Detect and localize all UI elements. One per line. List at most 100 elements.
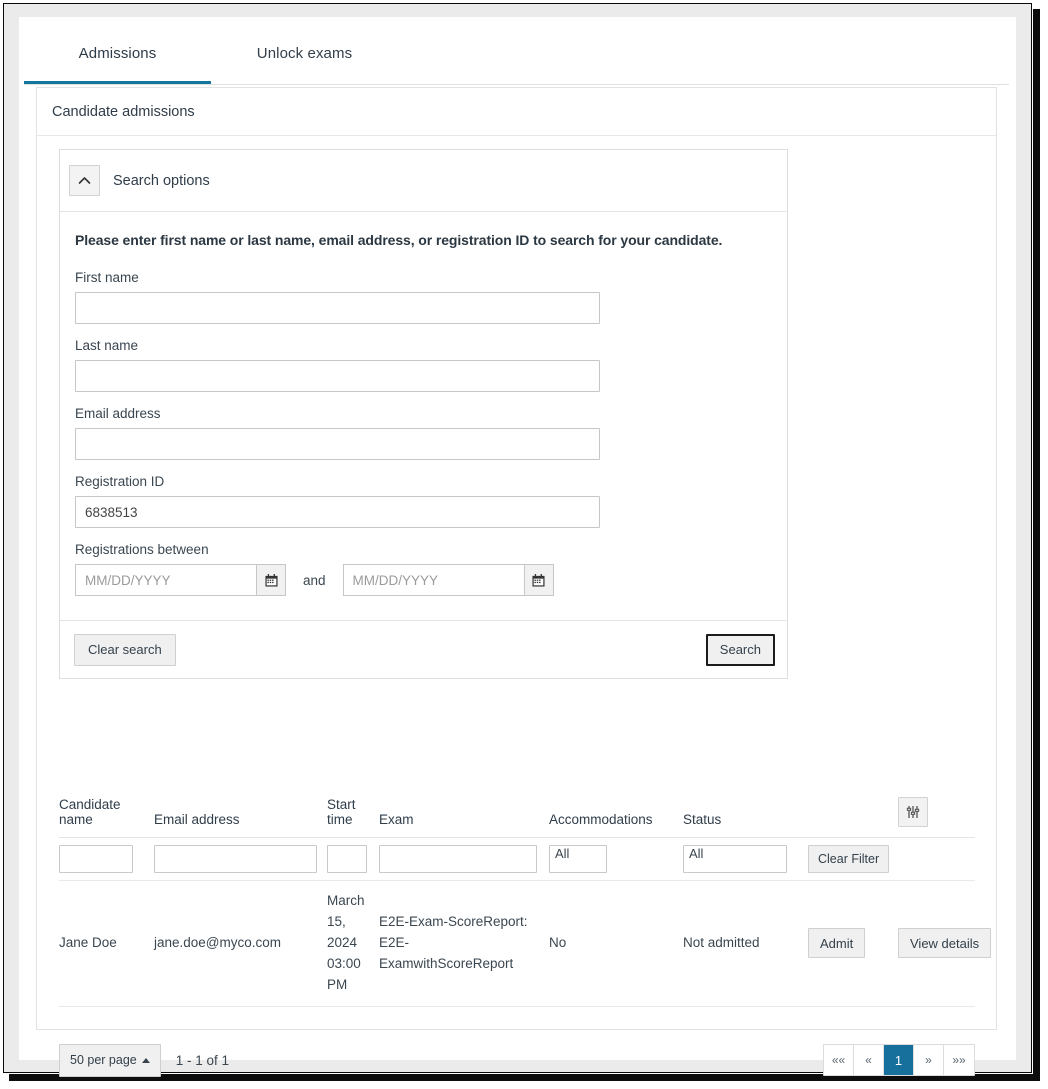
date-from-input[interactable]	[75, 564, 256, 596]
tab-admissions-label: Admissions	[78, 45, 157, 62]
cell-status: Not admitted	[683, 880, 808, 1007]
field-first-name: First name	[75, 270, 765, 324]
sliders-icon	[906, 806, 920, 818]
date-to-calendar-button[interactable]	[523, 564, 554, 596]
pagination-last-button[interactable]: »»	[944, 1045, 974, 1075]
screenshot-root: Admissions Unlock exams Candidate admiss…	[0, 0, 1048, 1089]
search-options-panel: Search options Please enter first name o…	[59, 149, 788, 679]
view-details-button[interactable]: View details	[898, 928, 992, 959]
date-range-row: and	[75, 564, 765, 596]
email-address-label: Email address	[75, 406, 161, 421]
date-from-calendar-button[interactable]	[256, 564, 286, 596]
per-page-label: 50 per page	[70, 1053, 137, 1067]
pagination-first-button[interactable]: ««	[824, 1045, 854, 1075]
table-row: Jane Doe jane.doe@myco.com March 15, 202…	[59, 880, 992, 1007]
candidate-admissions-card: Candidate admissions Search options Plea…	[36, 87, 997, 1077]
search-options-body: Please enter first name or last name, em…	[60, 212, 787, 620]
search-options-label: Search options	[113, 172, 210, 189]
date-from-group	[75, 564, 286, 596]
column-header-email-address[interactable]: Email address	[154, 797, 327, 838]
registration-id-label: Registration ID	[75, 474, 165, 489]
date-to-group	[342, 564, 554, 596]
table-filter-row: All All Clear Filter	[59, 837, 975, 881]
filter-start-time-input[interactable]	[327, 845, 367, 873]
search-options-footer: Clear search Search	[60, 620, 787, 678]
cell-email-address: jane.doe@myco.com	[154, 880, 327, 1007]
admit-button[interactable]: Admit	[808, 928, 866, 959]
pagination: «« « 1 » »»	[823, 1044, 975, 1076]
search-instructions: Please enter first name or last name, em…	[75, 232, 723, 248]
column-header-start-time[interactable]: Start time	[327, 797, 379, 838]
filter-cell-accommodations: All	[549, 837, 683, 881]
search-options-collapse-button[interactable]	[69, 165, 100, 196]
tab-unlock-exams[interactable]: Unlock exams	[211, 23, 398, 84]
calendar-icon	[532, 573, 545, 587]
field-email-address: Email address	[75, 406, 765, 460]
first-name-input[interactable]	[75, 292, 600, 324]
per-page-selector[interactable]: 50 per page	[59, 1043, 161, 1077]
exam-value: E2E-Exam-ScoreReport: E2E-ExamwithScoreR…	[379, 913, 528, 971]
column-header-exam[interactable]: Exam	[379, 797, 549, 838]
column-header-candidate-name[interactable]: Candidate name	[59, 797, 154, 838]
tab-bar: Admissions Unlock exams	[24, 23, 1009, 85]
search-options-header[interactable]: Search options	[60, 150, 787, 212]
field-registration-id: Registration ID	[75, 474, 765, 528]
field-last-name: Last name	[75, 338, 765, 392]
column-settings-cell	[898, 797, 975, 838]
filter-status-select[interactable]: All	[683, 845, 787, 873]
caret-up-icon	[141, 1057, 150, 1063]
cell-start-time: March 15, 2024 03:00 PM	[327, 880, 379, 1007]
date-range-conjunction: and	[303, 572, 326, 588]
results-table: Candidate name Email address Start time …	[59, 797, 992, 1007]
window-shadow-right	[1033, 9, 1040, 1080]
calendar-icon	[264, 573, 278, 587]
filter-cell-name	[59, 837, 154, 881]
table-header-row: Candidate name Email address Start time …	[59, 797, 975, 838]
registration-id-input[interactable]	[75, 496, 600, 528]
clear-search-button[interactable]: Clear search	[74, 633, 176, 666]
filter-cell-exam	[379, 837, 549, 881]
result-range-label: 1 - 1 of 1	[175, 1052, 230, 1068]
email-address-input[interactable]	[75, 428, 600, 460]
filter-cell-clear: Clear Filter	[808, 837, 975, 881]
first-name-label: First name	[75, 270, 139, 285]
table-settings-button[interactable]	[898, 797, 928, 827]
tab-admissions[interactable]: Admissions	[24, 23, 211, 84]
column-header-accommodations[interactable]: Accommodations	[549, 797, 683, 838]
candidate-name-value: Jane Doe	[59, 934, 117, 950]
cell-accommodations: No	[549, 880, 683, 1007]
filter-email-input[interactable]	[154, 845, 317, 873]
tab-unlock-exams-label: Unlock exams	[256, 45, 353, 62]
start-time-value: March 15, 2024 03:00 PM	[327, 893, 365, 992]
cell-admit: Admit	[808, 880, 898, 1007]
pagination-page-1[interactable]: 1	[884, 1045, 914, 1075]
registrations-between-label: Registrations between	[75, 542, 209, 557]
pagination-prev-button[interactable]: «	[854, 1045, 884, 1075]
filter-exam-input[interactable]	[379, 845, 537, 873]
column-header-status[interactable]: Status	[683, 797, 808, 838]
date-to-input[interactable]	[342, 564, 524, 596]
clear-filter-button[interactable]: Clear Filter	[808, 845, 890, 873]
results-table-container: Candidate name Email address Start time …	[59, 797, 992, 1007]
page-viewport: Admissions Unlock exams Candidate admiss…	[19, 17, 1016, 1077]
cell-view-details: View details	[898, 880, 992, 1007]
email-address-value: jane.doe@myco.com	[154, 934, 282, 950]
filter-accommodations-select[interactable]: All	[549, 845, 607, 873]
column-header-actions	[808, 797, 898, 838]
search-button[interactable]: Search	[705, 633, 775, 666]
accommodations-value: No	[549, 934, 567, 950]
status-value: Not admitted	[683, 934, 760, 950]
filter-cell-start-time	[327, 837, 379, 881]
filter-cell-status: All	[683, 837, 808, 881]
pagination-next-button[interactable]: »	[914, 1045, 944, 1075]
table-footer: 50 per page 1 - 1 of 1 «« « 1 » »»	[59, 1043, 975, 1077]
field-registrations-between: Registrations between MM/DD/YYYY and MM/…	[75, 542, 765, 596]
last-name-input[interactable]	[75, 360, 600, 392]
cell-exam: E2E-Exam-ScoreReport: E2E-ExamwithScoreR…	[379, 880, 549, 1007]
last-name-label: Last name	[75, 338, 139, 353]
card-header: Candidate admissions	[37, 88, 996, 136]
chevron-up-icon	[78, 177, 91, 184]
filter-cell-email	[154, 837, 327, 881]
filter-candidate-name-input[interactable]	[59, 845, 133, 873]
page-title: Candidate admissions	[52, 103, 195, 120]
